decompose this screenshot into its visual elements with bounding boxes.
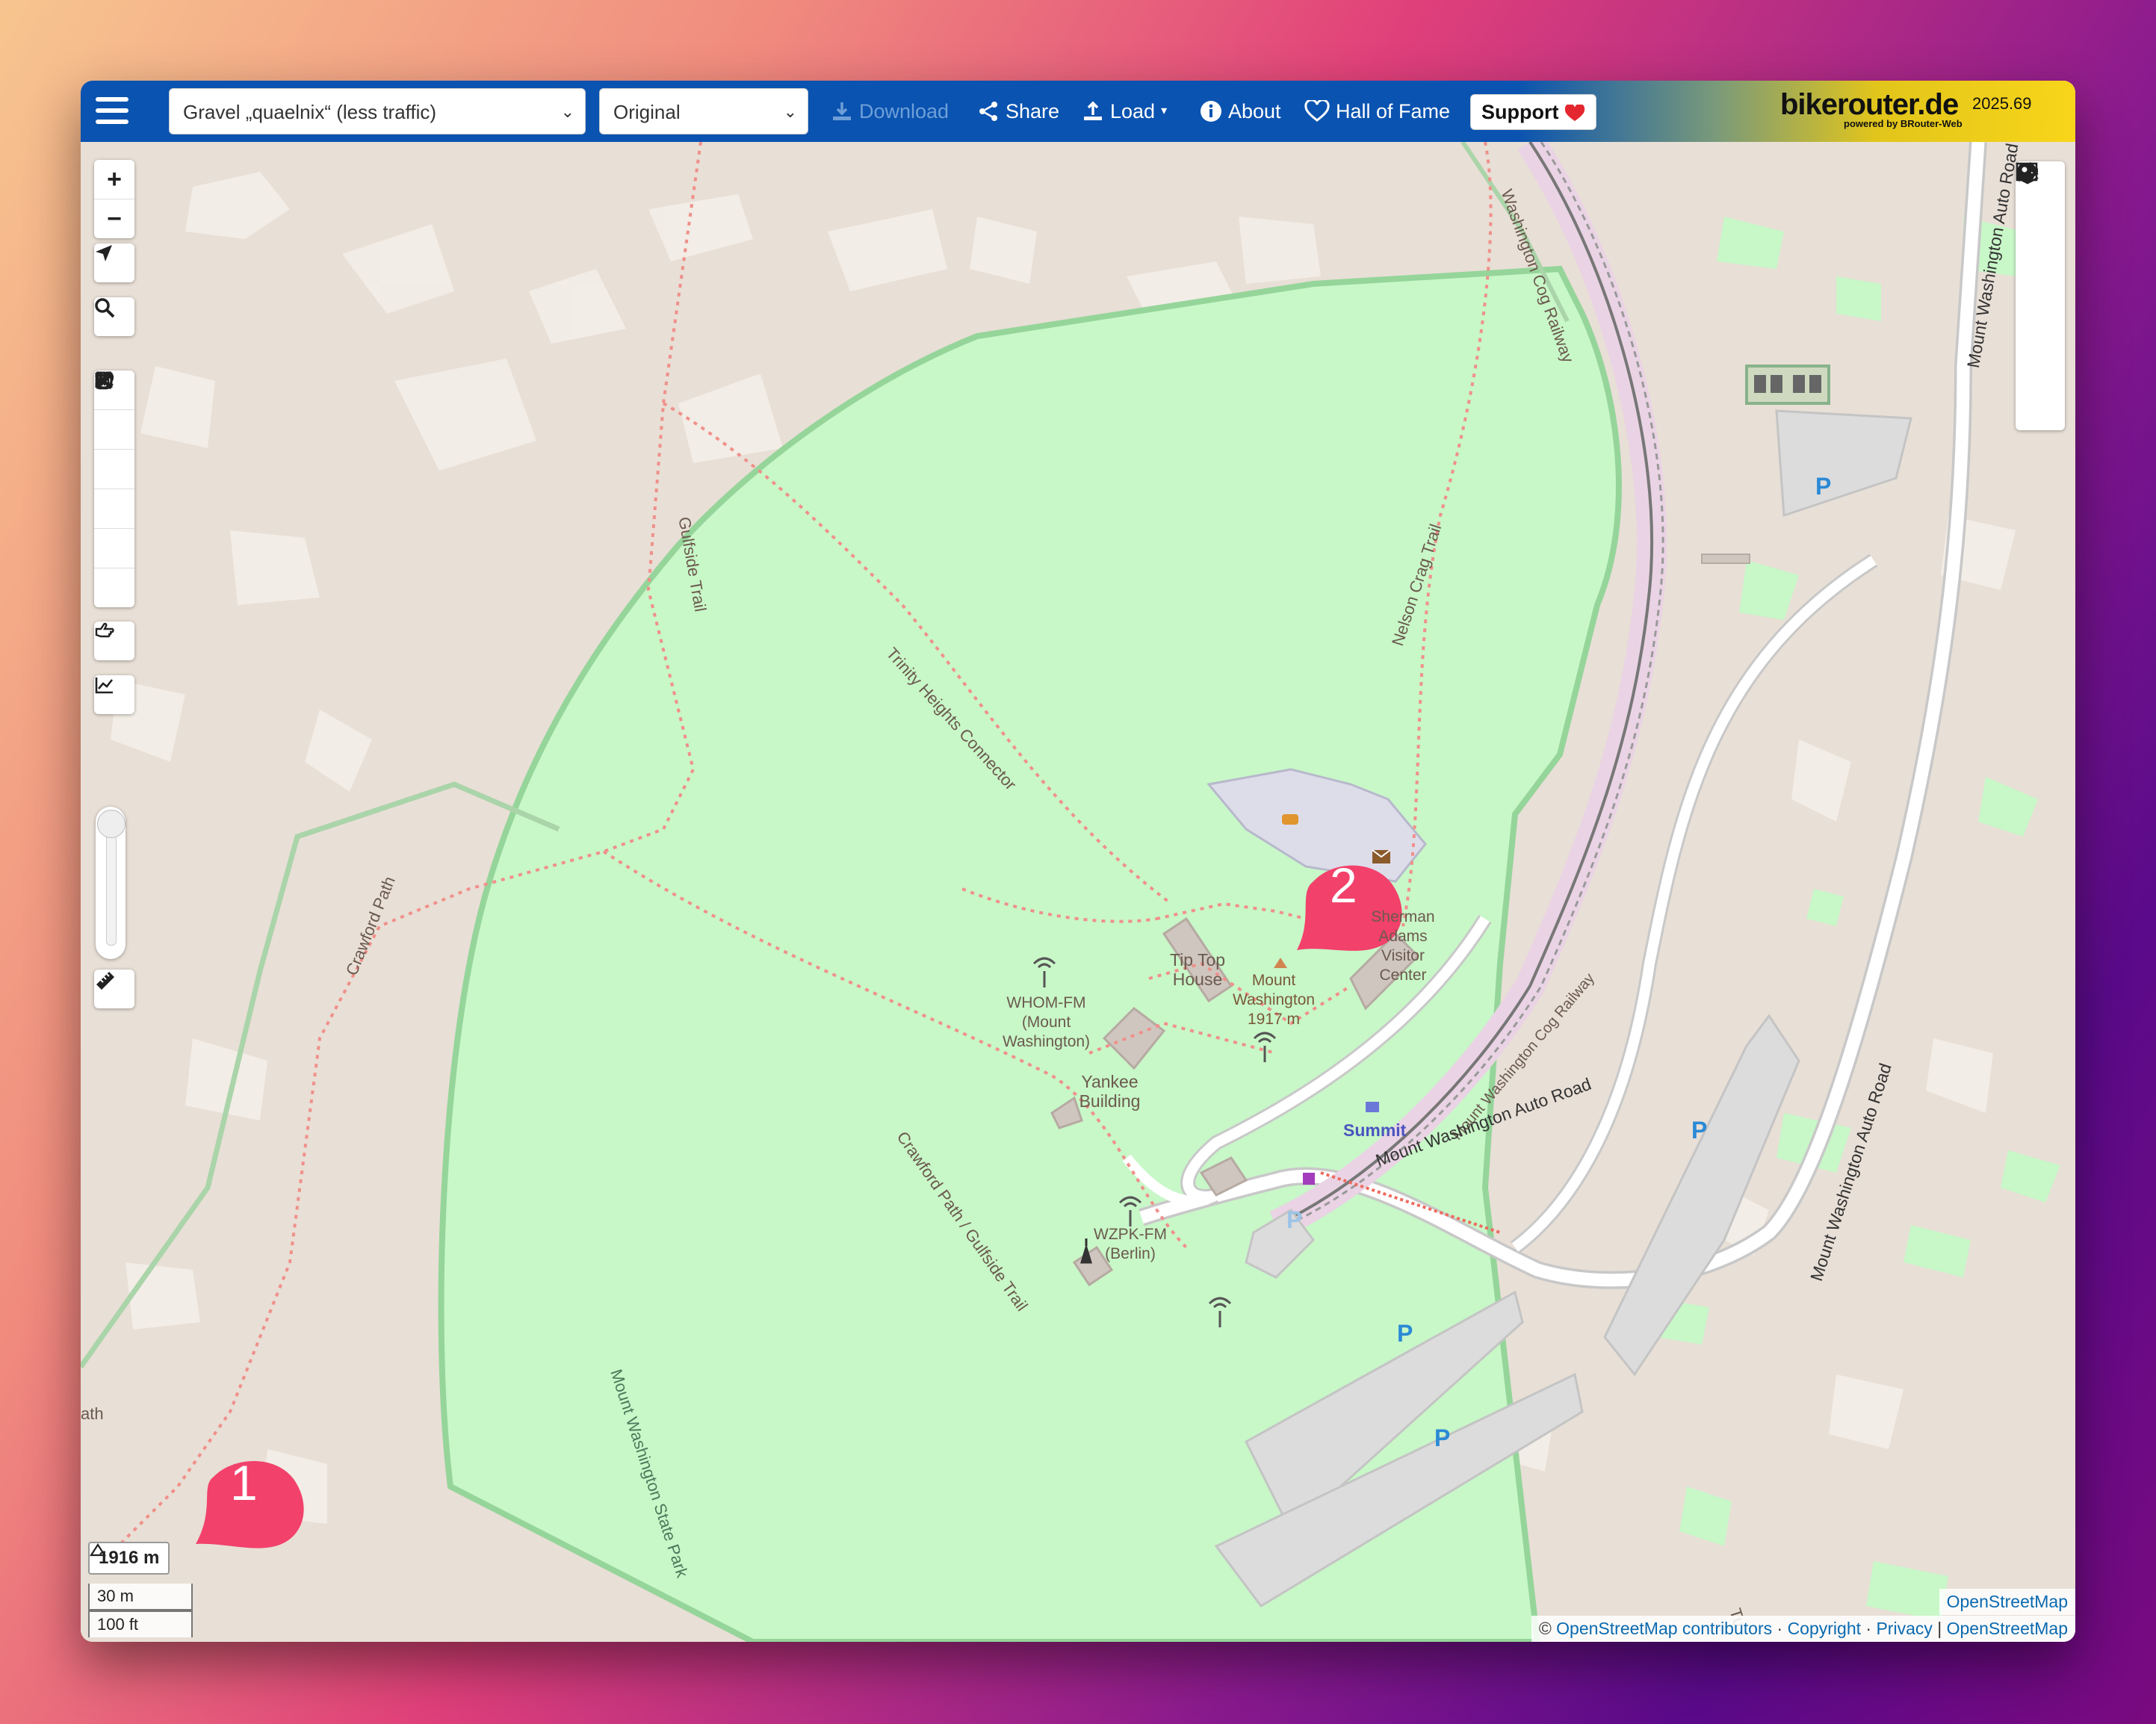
support-button[interactable]: Support [1470, 94, 1596, 130]
scale-imperial: 100 ft [88, 1610, 193, 1637]
quick-action-control [94, 621, 134, 660]
fullscreen-button[interactable] [94, 371, 134, 607]
search-button[interactable] [94, 297, 134, 336]
heart-emoji-icon [1564, 103, 1585, 121]
map-tools-control [2016, 161, 2065, 430]
elevation-profile-button[interactable] [94, 675, 134, 714]
mount-washington-peak-label: Mount Washington 1917 m [1232, 972, 1316, 1028]
reverse-route-button[interactable] [94, 373, 134, 450]
route-edit-toolbar [94, 370, 134, 607]
wzpk-fm-label: WZPK-FM (Berlin) [1094, 1226, 1167, 1262]
elevation-value: 1916 m [99, 1548, 160, 1568]
ruler-icon [96, 972, 114, 990]
summit-station-label: Summit [1343, 1120, 1407, 1140]
map-marker-icon [2018, 163, 2031, 182]
pois-button[interactable] [2016, 163, 2065, 430]
parking-label: P [1434, 1424, 1451, 1451]
profile-select-value: Gravel „quaelnix“ (less traffic) [183, 101, 437, 123]
parking-label: P [1397, 1320, 1413, 1347]
locate-button[interactable] [94, 244, 134, 282]
privacy-link[interactable]: Privacy [1876, 1619, 1932, 1638]
brand-subtitle: powered by BRouter-Web [1844, 118, 1963, 129]
share-label: Share [1006, 100, 1060, 123]
zoom-in-button[interactable]: + [94, 160, 134, 199]
about-label: About [1228, 100, 1281, 123]
line-chart-icon [95, 677, 114, 694]
download-label: Download [859, 100, 950, 123]
expand-icon [95, 371, 113, 389]
hall-of-fame-label: Hall of Fame [1336, 100, 1451, 123]
separator: · [1865, 1619, 1872, 1638]
attribution-osm-link-top[interactable]: OpenStreetMap [1939, 1589, 2075, 1615]
location-arrow-icon [96, 245, 112, 261]
attribution-bar: © OpenStreetMap contributors · Copyright… [1531, 1616, 2075, 1642]
map-style-select-value: Original [613, 101, 681, 123]
minus-icon: − [107, 204, 122, 233]
copyright-link[interactable]: Copyright [1788, 1619, 1861, 1638]
parking-label: P [1815, 473, 1832, 500]
zoom-out-button[interactable]: − [94, 199, 134, 238]
share-button[interactable]: Share [977, 81, 1059, 142]
parking-label: P [1286, 1206, 1303, 1233]
marker-2-label: 2 [1330, 858, 1357, 913]
measure-distance-button[interactable] [94, 970, 134, 1008]
info-icon [1201, 101, 1221, 122]
scale-metric: 30 m [88, 1584, 193, 1610]
elevation-control [94, 675, 134, 714]
zoom-control: + − [94, 160, 134, 238]
version-label: 2025.69 [1972, 94, 2032, 113]
hall-of-fame-button[interactable]: Hall of Fame [1304, 81, 1450, 142]
settings-button[interactable] [2016, 162, 2065, 269]
upload-icon [1084, 101, 1102, 120]
opacity-slider-handle[interactable] [97, 810, 126, 838]
no-go-area-button[interactable] [94, 371, 134, 489]
search-icon [95, 298, 115, 318]
load-button[interactable]: Load ▾ [1082, 81, 1167, 142]
mountain-icon [90, 1543, 106, 1557]
heart-icon [1304, 100, 1330, 122]
map-canvas[interactable]: 1 2 Washington Cog Railway Mount Washing… [81, 142, 2075, 1642]
caret-down-icon: ▾ [1161, 105, 1168, 117]
separator: | [1937, 1619, 1942, 1638]
osm-contributors-link[interactable]: OpenStreetMap contributors [1556, 1619, 1772, 1638]
download-button[interactable]: Download [831, 81, 949, 142]
data-table-button[interactable] [2016, 162, 2065, 323]
measure-control [94, 970, 134, 1008]
support-label: Support [1481, 101, 1559, 123]
separator: · [1776, 1619, 1783, 1638]
parking-label: P [1691, 1117, 1708, 1144]
plus-icon: + [107, 164, 122, 193]
chevron-down-icon: ⌄ [560, 102, 574, 121]
hand-point-right-icon [95, 622, 114, 638]
map-style-select[interactable]: Original ⌄ [599, 88, 808, 134]
menu-icon[interactable] [96, 97, 128, 125]
osm-link[interactable]: OpenStreetMap [1947, 1619, 2068, 1638]
visitor-center-label: Sherman Adams Visitor Center [1371, 908, 1435, 984]
load-label: Load [1110, 100, 1156, 123]
copyright-symbol: © [1538, 1619, 1552, 1638]
chevron-down-icon: ⌄ [783, 102, 797, 121]
yankee-building-label: Yankee Building [1079, 1072, 1141, 1111]
hand-pointer-button[interactable] [94, 621, 134, 660]
brand-logo[interactable]: bikerouter.de [1780, 88, 1959, 122]
delete-route-button[interactable] [94, 371, 134, 568]
marker-1-label: 1 [230, 1455, 258, 1510]
download-icon [833, 102, 851, 120]
elevation-badge: 1916 m [88, 1542, 170, 1575]
navbar: Gravel „quaelnix“ (less traffic) ⌄ Origi… [81, 81, 2075, 142]
opacity-slider-track [106, 822, 117, 946]
search-control [94, 297, 134, 336]
profile-select[interactable]: Gravel „quaelnix“ (less traffic) ⌄ [169, 88, 586, 134]
statistics-button[interactable] [2016, 163, 2065, 376]
share-icon [979, 102, 997, 121]
delete-last-point-button[interactable] [94, 371, 134, 529]
whom-fm-label: WHOM-FM (Mount Washington) [1002, 994, 1091, 1050]
trail-fragment-label: ath [81, 1404, 104, 1423]
app-window: Gravel „quaelnix“ (less traffic) ⌄ Origi… [81, 81, 2075, 1642]
about-button[interactable]: About [1200, 81, 1281, 142]
locate-control [94, 244, 134, 282]
opacity-slider[interactable] [96, 807, 126, 959]
